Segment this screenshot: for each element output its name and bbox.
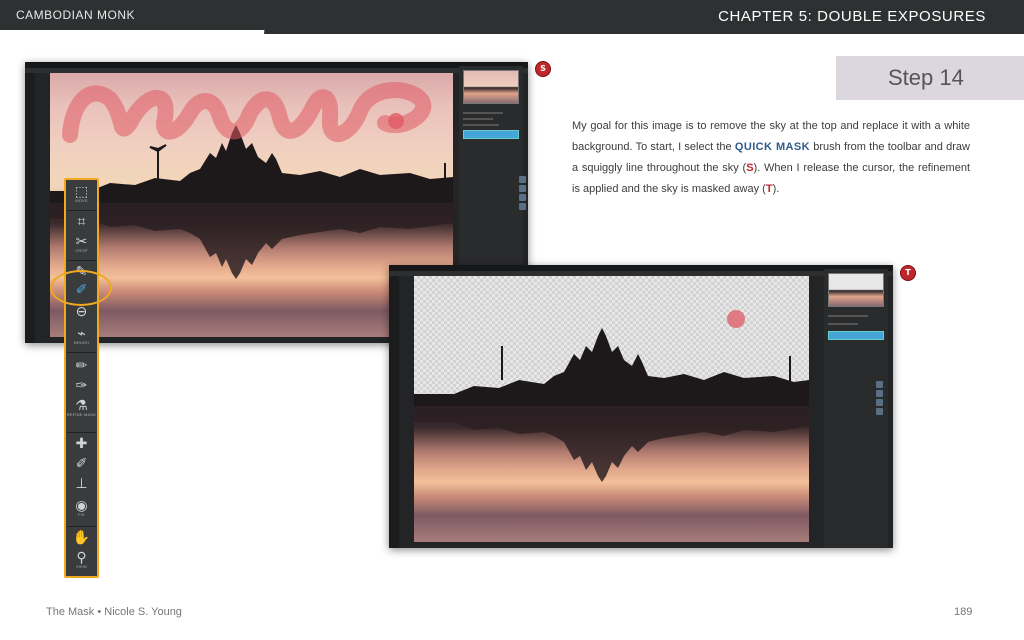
- move-label: MOVE: [75, 198, 88, 203]
- cut-tool[interactable]: ✂ CROP: [66, 234, 97, 253]
- refine-mask-label: REFINE MASK: [66, 412, 97, 417]
- brush-label: BRUSH: [73, 340, 89, 345]
- highlight-circle: [50, 270, 112, 306]
- stamp-tool[interactable]: ⊥: [66, 476, 97, 490]
- angkor-masked-photo: [414, 276, 809, 542]
- magnifier-icon: ⚲: [76, 549, 87, 565]
- step-box: Step 14: [836, 56, 1024, 100]
- navigator-thumbnail: [463, 70, 519, 104]
- badge-t: T: [900, 265, 916, 281]
- bandage-tool[interactable]: ✚: [66, 436, 97, 450]
- refine-brush-icon: ✏: [75, 357, 88, 373]
- temple-silhouette: [414, 310, 809, 482]
- active-layer-row: [463, 130, 519, 139]
- paint-bucket-icon: ⚗: [75, 397, 88, 413]
- chapter-title: CHAPTER 5: DOUBLE EXPOSURES: [718, 8, 986, 25]
- move-tool[interactable]: ⬚ MOVE: [66, 184, 97, 203]
- step-description: My goal for this image is to remove the …: [572, 116, 970, 200]
- chisel-icon: ⌁: [77, 325, 86, 341]
- refine-add-icon: ✑: [75, 377, 88, 393]
- gradient-tool[interactable]: ⊖: [66, 304, 97, 318]
- left-toolbar: [389, 276, 399, 548]
- screenshot-t: [389, 265, 893, 548]
- ref-s: S: [746, 162, 754, 174]
- refine-brush-tool[interactable]: ✏: [66, 358, 97, 372]
- footer-book-title: The Mask • Nicole S. Young: [46, 606, 182, 618]
- body-text-4: ).: [772, 183, 780, 195]
- zoom-tool[interactable]: ⚲ VIEW: [66, 550, 97, 569]
- section-title: CAMBODIAN MONK: [16, 8, 136, 22]
- ref-t: T: [765, 183, 773, 195]
- fix-label: FIX: [78, 512, 85, 517]
- view-label: VIEW: [75, 564, 88, 569]
- step-label: Step 14: [888, 65, 964, 90]
- navigator-thumbnail: [828, 273, 884, 307]
- eye-icon: ◉: [75, 497, 88, 513]
- bandage-icon: ✚: [75, 435, 88, 451]
- hand-tool[interactable]: ✋: [66, 530, 97, 544]
- active-layer-row: [828, 331, 884, 340]
- left-toolbar: [25, 73, 35, 343]
- crop-tool[interactable]: ⌗: [66, 214, 97, 228]
- crop-icon: ⌗: [77, 213, 86, 229]
- hand-icon: ✋: [72, 529, 91, 545]
- clone-brush-icon: ✐: [75, 455, 88, 471]
- book-page: CAMBODIAN MONK CHAPTER 5: DOUBLE EXPOSUR…: [0, 0, 1024, 640]
- layers-panel: [824, 269, 888, 548]
- refine-add-tool[interactable]: ✑: [66, 378, 97, 392]
- badge-s: S: [535, 61, 551, 77]
- refine-fill-tool[interactable]: ⚗ REFINE MASK: [66, 398, 97, 417]
- move-icon: ⬚: [74, 183, 89, 199]
- toolbar-callout: ⬚ MOVE ⌗ ✂ CROP ✎ ✐ ⊖ ⌁ BRUSH ✏ ✑ ⚗ REFI…: [64, 178, 99, 578]
- crop-label: CROP: [75, 248, 88, 253]
- red-eye-tool[interactable]: ◉ FIX: [66, 498, 97, 517]
- header-right-bar: CHAPTER 5: DOUBLE EXPOSURES: [264, 0, 1024, 34]
- quick-mask-term: QUICK MASK: [734, 141, 810, 153]
- scissors-icon: ✂: [75, 233, 88, 249]
- page-number: 189: [954, 606, 973, 618]
- chisel-tool[interactable]: ⌁ BRUSH: [66, 326, 97, 345]
- clone-tool[interactable]: ✐: [66, 456, 97, 470]
- stamp-icon: ⊥: [75, 475, 88, 491]
